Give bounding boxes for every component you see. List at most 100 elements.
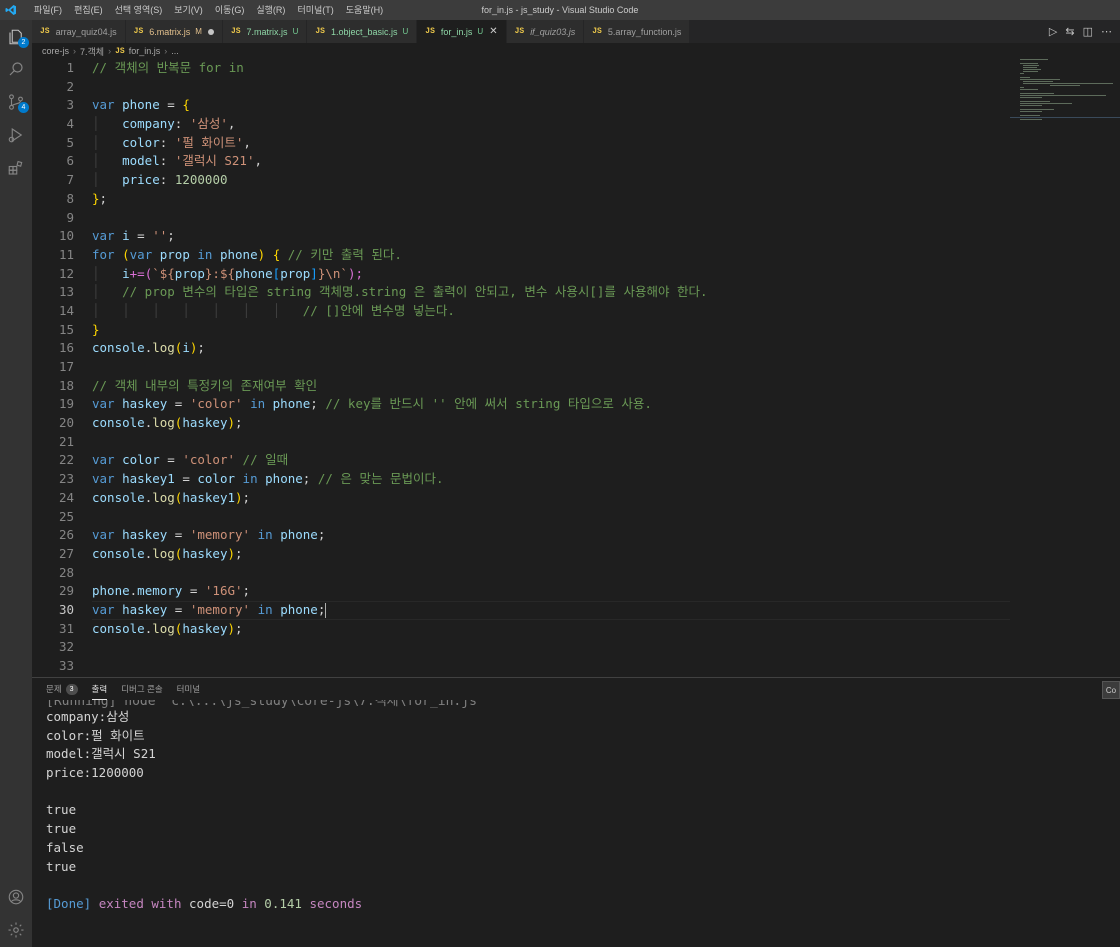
menu-help[interactable]: 도움말(H) [340, 0, 389, 20]
tab-if-quiz03[interactable]: JS if_quiz03.js [506, 20, 585, 43]
vscode-logo-icon[interactable] [0, 0, 22, 20]
function-call: log [152, 415, 175, 431]
minimap[interactable] [1010, 59, 1120, 179]
split-editor-icon[interactable]: ◫ [1083, 25, 1093, 38]
menu-file[interactable]: 파일(F) [28, 0, 68, 20]
code-lines[interactable]: // 객체의 반복문 for in var phone = { │ compan… [92, 59, 1010, 676]
function-call: log [152, 545, 175, 561]
code-line: │ model: '갤럭시 S21', [92, 153, 262, 169]
identifier: phone [280, 527, 318, 543]
identifier: haskey [182, 415, 228, 431]
property-key: color [122, 134, 160, 150]
code-line: │ price: 1200000 [92, 172, 228, 188]
unsaved-dot-icon[interactable] [207, 28, 214, 35]
tab-6-matrix[interactable]: JS 6.matrix.js M [125, 20, 223, 43]
chevron-right-icon: › [108, 46, 112, 56]
line-number: 31 [58, 620, 74, 636]
comment: // prop 변수의 타입은 string 객체명.string 은 출력이 … [122, 284, 708, 300]
identifier: i [182, 340, 190, 356]
untracked-status: U [402, 27, 409, 36]
output-line: company:삼성 [46, 709, 130, 724]
paren: ); [347, 265, 363, 281]
code-line: │ company: '삼성', [92, 116, 236, 132]
more-actions-icon[interactable]: ⋯ [1101, 25, 1112, 38]
tab-debug-console[interactable]: 디버그 콘솔 [121, 678, 162, 700]
line-number: 2 [66, 78, 74, 94]
minimap-line [1023, 65, 1039, 66]
minimap-line [1023, 83, 1113, 84]
tab-terminal[interactable]: 터미널 [177, 678, 200, 700]
string-literal: 'color' [189, 396, 243, 412]
tab-array-quiz04[interactable]: JS array_quiz04.js [32, 20, 126, 43]
tab-for-in[interactable]: JS for_in.js U ✕ [417, 20, 507, 43]
minimap-line [1020, 119, 1042, 120]
settings-gear-icon[interactable] [4, 918, 28, 942]
menu-edit[interactable]: 편집(E) [68, 0, 109, 20]
line-number: 6 [66, 153, 74, 169]
compare-changes-icon[interactable]: ⇆ [1065, 25, 1074, 38]
tab-problems[interactable]: 문제 3 [46, 678, 78, 700]
property-key: model [122, 153, 160, 169]
operator: = [159, 97, 183, 113]
minimap-line [1020, 77, 1030, 78]
code-line: │ i+=(`${prop}:${phone[prop]}\n`); [92, 265, 1010, 284]
code-line: var haskey = 'memory' in phone; [92, 527, 326, 543]
tab-label: 디버그 콘솔 [121, 684, 163, 694]
indent-guide: │ [92, 153, 123, 169]
line-number: 14 [58, 302, 74, 318]
tab-label: 문제 [46, 684, 62, 694]
breadcrumb-folder[interactable]: core-js [42, 46, 69, 56]
tab-7-matrix[interactable]: JS 7.matrix.js U [222, 20, 308, 43]
property-key: price [122, 172, 160, 188]
minimap-line [1020, 111, 1042, 112]
menu-view[interactable]: 보기(V) [168, 0, 209, 20]
close-tab-icon[interactable]: ✕ [489, 26, 497, 37]
code-editor[interactable]: 1 2 3 4 5 6 7 8 9 10 11 12 13 14 15 16 1… [32, 59, 1120, 677]
code-line: var haskey1 = color in phone; // 은 맞는 문법… [92, 471, 444, 487]
run-debug-icon[interactable] [4, 123, 28, 147]
line-number: 9 [66, 209, 74, 225]
output-line: false [46, 839, 84, 855]
brace: { [182, 97, 190, 113]
line-number: 3 [66, 97, 74, 113]
keyword: var [92, 601, 115, 617]
output-line: price:1200000 [46, 765, 144, 781]
minimap-line [1020, 79, 1060, 80]
minimap-line [1020, 87, 1024, 88]
run-code-icon[interactable]: ▷ [1049, 25, 1057, 38]
menu-selection[interactable]: 선택 영역(S) [109, 0, 169, 20]
breadcrumb-symbol[interactable]: ... [171, 46, 179, 56]
line-number: 10 [58, 228, 74, 244]
identifier: console [92, 620, 145, 636]
output-line: true [46, 802, 77, 818]
breadcrumb-file[interactable]: for_in.js [129, 46, 161, 56]
menu-run[interactable]: 실행(R) [250, 0, 291, 20]
source-control-icon[interactable]: 4 [4, 90, 29, 114]
output-channel-select[interactable]: Co [1102, 681, 1120, 699]
comment: // key를 반드시 '' 안에 써서 string 타입으로 사용. [325, 396, 652, 412]
function-call: log [152, 340, 175, 356]
code-line: console.log(haskey); [92, 415, 243, 431]
tab-label: 6.matrix.js [149, 26, 191, 37]
extensions-icon[interactable] [4, 156, 28, 180]
minimap-line [1023, 67, 1037, 68]
indent-guide: │ │ │ │ │ │ │ [92, 302, 303, 318]
menu-go[interactable]: 이동(G) [209, 0, 251, 20]
code-line: }; [92, 190, 108, 206]
done-tag: [Done] [46, 895, 92, 911]
keyword: var [129, 246, 153, 262]
done-text: seconds [309, 895, 363, 911]
breadcrumb-folder[interactable]: 7.객체 [80, 45, 104, 58]
menu-terminal[interactable]: 터미널(T) [291, 0, 339, 20]
minimap-line [1050, 85, 1080, 86]
account-icon[interactable] [4, 885, 28, 909]
keyword: in [242, 471, 258, 487]
search-icon[interactable] [4, 57, 28, 81]
tab-output[interactable]: 출력 [91, 678, 108, 700]
tab-1-object-basic[interactable]: JS 1.object_basic.js U [307, 20, 418, 43]
explorer-icon[interactable]: 2 [4, 25, 29, 49]
tab-5-array-function[interactable]: JS 5.array_function.js [584, 20, 691, 43]
minimap-line [1020, 93, 1054, 94]
bottom-panel: 문제 3 출력 디버그 콘솔 터미널 Co [Running] node "c:… [32, 677, 1120, 947]
